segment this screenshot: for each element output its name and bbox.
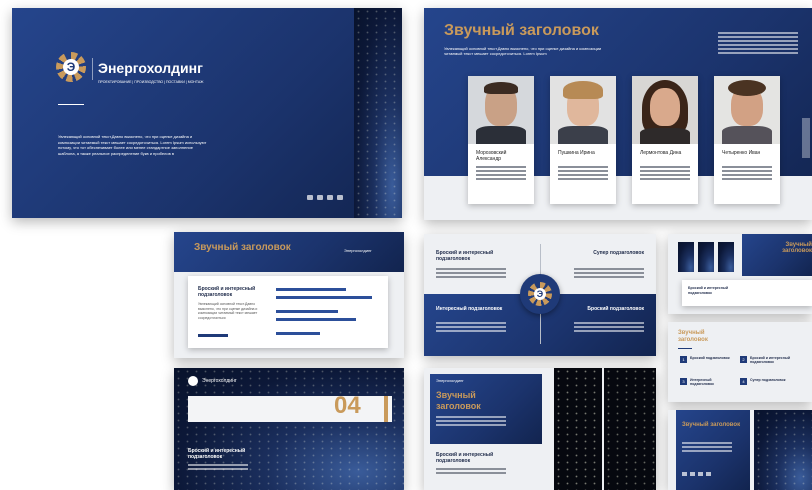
telegram-icon[interactable]	[337, 195, 343, 200]
telegram-icon[interactable]	[706, 472, 711, 476]
title-underline	[58, 104, 84, 105]
list-item: 2 Броский и интересный подзаголовок	[740, 356, 800, 364]
bar	[276, 288, 346, 291]
team-side-text	[718, 32, 798, 56]
slide3-card-heading: Броский и интересный подзаголовок	[198, 286, 256, 298]
slide8-title-rule	[678, 348, 692, 349]
slide-quadrant[interactable]: Броский и интересный подзаголовок Супер …	[424, 234, 656, 356]
slide5-caption: Броский и интересный подзаголовок	[688, 286, 729, 295]
twitter-icon[interactable]	[317, 195, 323, 200]
slide6-number: 04	[334, 392, 361, 419]
person-photo	[550, 76, 616, 144]
q2-heading: Супер подзаголовок	[593, 250, 644, 256]
q3-heading: Интересный подзаголовок	[436, 306, 503, 312]
list-num: 1	[680, 356, 687, 363]
slide-list[interactable]: Звучный заголовок 1 Броский подзаголовок…	[668, 322, 812, 402]
team-side-brand	[802, 118, 810, 158]
slide-heading-photo[interactable]: Энергохолдинг Звучный заголовок Броский …	[424, 368, 656, 490]
person-name: Пушкина Ирина	[558, 150, 595, 156]
slide-team[interactable]: Звучный заголовок Увлекающий основной те…	[424, 8, 812, 220]
person-name: Четыренко Иван	[722, 150, 761, 156]
person-name: Лермонтова Дина	[640, 150, 682, 156]
brand-divider	[92, 58, 93, 80]
list-num: 2	[740, 356, 747, 363]
youtube-icon[interactable]	[327, 195, 333, 200]
brand-tagline: ПРОЕКТИРОВАНИЕ | ПРОИЗВОДСТВО | ПОСТАВКИ…	[98, 80, 204, 84]
earth-strip	[354, 8, 402, 218]
list-label: Супер подзаголовок	[750, 378, 786, 382]
slide6-number-band	[188, 396, 392, 422]
slide6-heading: Броский и интересный подзаголовок	[188, 448, 246, 460]
person-name: Морозовский Александр	[476, 150, 507, 162]
youtube-icon[interactable]	[698, 472, 703, 476]
list-num: 3	[680, 378, 687, 385]
photo-tile	[698, 242, 714, 272]
person-photo	[632, 76, 698, 144]
slide-closing[interactable]: Звучный заголовок	[668, 410, 812, 490]
person-card[interactable]: Морозовский Александр	[468, 76, 534, 204]
brand-logo-letter: Э	[63, 59, 79, 75]
slide5-card: Броский и интересный подзаголовок	[682, 280, 812, 306]
slide9-social	[682, 472, 711, 476]
list-item: 4 Супер подзаголовок	[740, 378, 800, 385]
slide7-brand: Энергохолдинг	[436, 378, 464, 383]
person-photo	[468, 76, 534, 144]
team-subtitle: Увлекающий основной текст.Давно выяснено…	[444, 46, 602, 56]
slide7-title: Звучный заголовок	[436, 390, 481, 411]
person-photo	[714, 76, 780, 144]
brand-name: Энергохолдинг	[98, 60, 203, 76]
person-card[interactable]: Лермонтова Дина	[632, 76, 698, 204]
bar	[276, 296, 372, 299]
slide3-title: Звучный заголовок	[194, 242, 291, 253]
slide3-card-body: Увлекающий основной текст.Давно выяснено…	[198, 302, 258, 320]
presentation-mockup: Э Энергохолдинг ПРОЕКТИРОВАНИЕ | ПРОИЗВО…	[0, 0, 812, 490]
accent-bar	[198, 334, 228, 337]
list-label: Интересный подзаголовок	[690, 378, 714, 386]
slide1-body: Увлекающий основной текст.Давно выяснено…	[58, 134, 207, 156]
bar	[276, 332, 320, 335]
vk-icon[interactable]	[307, 195, 313, 200]
vk-icon[interactable]	[682, 472, 687, 476]
q1-heading: Броский и интересный подзаголовок	[436, 250, 494, 262]
slide9-title: Звучный заголовок	[682, 422, 741, 428]
list-label: Броский и интересный подзаголовок	[750, 356, 791, 364]
slide6-number-bar	[384, 396, 388, 422]
social-icons	[307, 195, 343, 200]
city-photo	[604, 368, 656, 490]
slide-bars[interactable]: Звучный заголовок Энергохолдинг Броский …	[174, 232, 404, 358]
city-photo	[554, 368, 602, 490]
slide-photo-strip[interactable]: Звучный заголовок Броский и интересный п…	[668, 234, 812, 314]
slide9-photo	[754, 410, 812, 490]
slide5-panel	[742, 234, 812, 276]
slide5-title: Звучный заголовок	[782, 242, 812, 254]
list-item: 1 Броский подзаголовок	[680, 356, 730, 363]
team-title: Звучный заголовок	[444, 22, 599, 39]
list-label: Броский подзаголовок	[690, 356, 730, 360]
slide8-title: Звучный заголовок	[678, 330, 708, 343]
slide-title[interactable]: Э Энергохолдинг ПРОЕКТИРОВАНИЕ | ПРОИЗВО…	[12, 8, 402, 218]
list-num: 4	[740, 378, 747, 385]
photo-tile	[678, 242, 694, 272]
slide-number[interactable]: Энергохолдинг 04 Броский и интересный по…	[174, 368, 404, 490]
slide7-heading: Броский и интересный подзаголовок	[436, 452, 494, 464]
twitter-icon[interactable]	[690, 472, 695, 476]
slide6-brand-icon	[188, 376, 198, 386]
q4-heading: Броский подзаголовок	[587, 306, 644, 312]
center-logo-letter: Э	[534, 288, 546, 300]
bar	[276, 310, 338, 313]
list-item: 3 Интересный подзаголовок	[680, 378, 730, 386]
slide3-brand: Энергохолдинг	[344, 248, 372, 253]
slide3-card: Броский и интересный подзаголовок Увлека…	[188, 276, 388, 348]
photo-tile	[718, 242, 734, 272]
bar	[276, 318, 356, 321]
slide6-brand: Энергохолдинг	[202, 378, 237, 384]
person-card[interactable]: Пушкина Ирина	[550, 76, 616, 204]
person-card[interactable]: Четыренко Иван	[714, 76, 780, 204]
